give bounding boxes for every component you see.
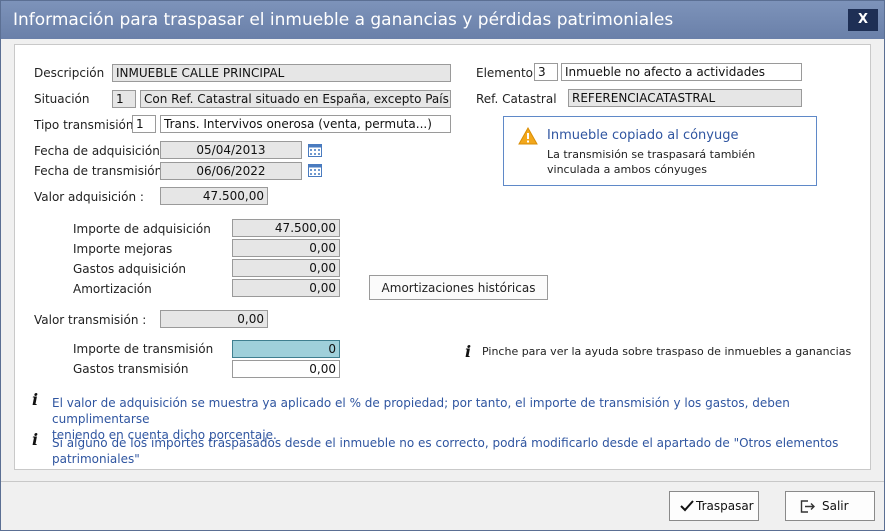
elemento-label: Elemento [476,66,534,80]
exit-icon [800,500,815,513]
traspasar-button[interactable]: Traspasar [669,491,759,521]
gastos-adquisicion-field[interactable]: 0,00 [232,259,340,277]
valor-transmision-field: 0,00 [160,310,268,328]
elemento-code-field[interactable]: 3 [534,63,558,81]
form-panel: Descripción INMUEBLE CALLE PRINCIPAL Sit… [14,44,871,470]
alert-line2: vinculada a ambos cónyuges [547,163,707,176]
fecha-adquisicion-label: Fecha de adquisición [34,144,160,158]
importe-transmision-input[interactable]: 0 [232,340,340,358]
situacion-code-field[interactable]: 1 [112,90,136,108]
checkmark-icon [680,500,694,512]
ref-catastral-label: Ref. Catastral [476,92,557,106]
alert-line1: La transmisión se traspasará también [547,148,756,161]
dialog-window: Información para traspasar el inmueble a… [0,0,885,531]
descripcion-label: Descripción [34,66,105,80]
importe-adquisicion-field[interactable]: 47.500,00 [232,219,340,237]
valor-adquisicion-field: 47.500,00 [160,187,268,205]
situacion-text-field: Con Ref. Catastral situado en España, ex… [140,90,451,108]
title-bar[interactable]: Información para traspasar el inmueble a… [1,1,884,39]
help-link[interactable]: Pinche para ver la ayuda sobre traspaso … [482,345,851,358]
gastos-adquisicion-label: Gastos adquisición [73,262,187,276]
descripcion-field[interactable]: INMUEBLE CALLE PRINCIPAL [112,64,451,82]
importe-mejoras-field[interactable]: 0,00 [232,239,340,257]
info-icon: i [32,430,39,449]
importe-adquisicion-label: Importe de adquisición [73,222,211,236]
calendar-icon[interactable] [308,143,322,157]
elemento-text-field: Inmueble no afecto a actividades [561,63,802,81]
gastos-transmision-input[interactable]: 0,00 [232,360,340,378]
gastos-transmision-label: Gastos transmisión [73,362,189,376]
alert-title: Inmueble copiado al cónyuge [547,128,739,143]
tipo-transmision-label: Tipo transmisión [34,118,134,132]
alert-conyuge: Inmueble copiado al cónyuge La transmisi… [503,116,817,186]
tipo-transmision-text-field[interactable]: Trans. Intervivos onerosa (venta, permut… [160,115,451,133]
fecha-transmision-field[interactable]: 06/06/2022 [160,162,302,180]
warning-icon [518,127,538,145]
amortizacion-label: Amortización [73,282,152,296]
footer-divider [1,481,884,482]
window-title: Información para traspasar el inmueble a… [13,10,674,30]
ref-catastral-field: REFERENCIACATASTRAL [568,89,802,107]
situacion-label: Situación [34,92,90,106]
calendar-icon[interactable] [308,163,322,177]
tipo-transmision-code-field[interactable]: 1 [132,115,156,133]
salir-label: Salir [822,499,849,513]
amortizaciones-historicas-button[interactable]: Amortizaciones históricas [369,275,548,300]
info-icon: i [32,390,39,409]
fecha-adquisicion-field[interactable]: 05/04/2013 [160,141,302,159]
close-button[interactable]: X [848,9,878,31]
traspasar-label: Traspasar [696,499,754,513]
importe-transmision-label: Importe de transmisión [73,342,214,356]
info-icon: i [465,342,472,361]
valor-transmision-label: Valor transmisión : [34,313,147,327]
fecha-transmision-label: Fecha de transmisión [34,164,163,178]
amortizacion-field[interactable]: 0,00 [232,279,340,297]
salir-button[interactable]: Salir [785,491,875,521]
importe-mejoras-label: Importe mejoras [73,242,173,256]
note-otros-elementos: Si alguno de los importes traspasados de… [52,436,839,466]
valor-adquisicion-label: Valor adquisición : [34,190,144,204]
